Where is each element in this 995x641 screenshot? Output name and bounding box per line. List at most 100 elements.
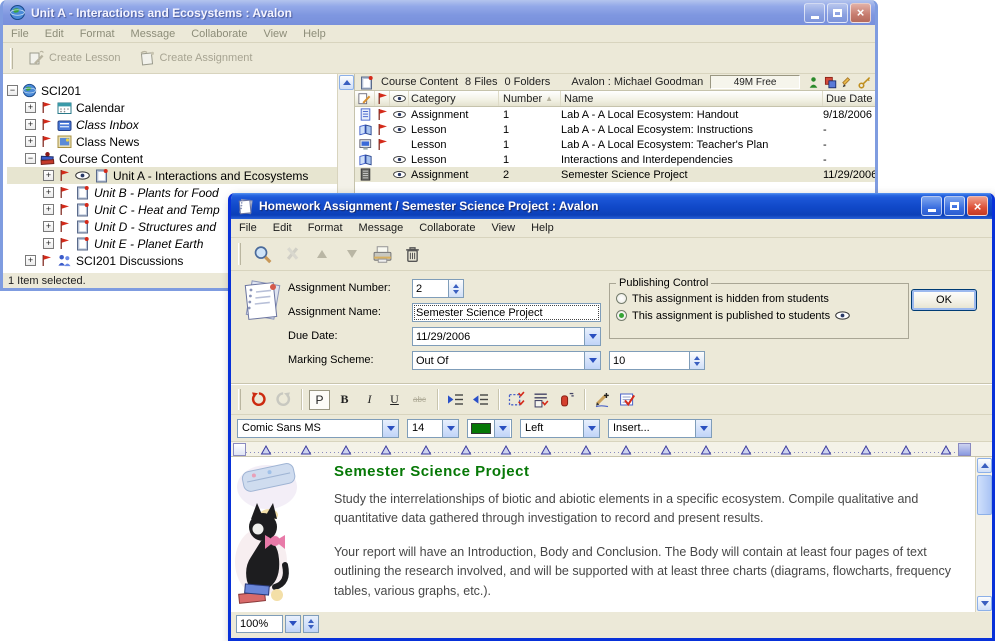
- scroll-down-icon[interactable]: [977, 596, 992, 611]
- chevron-down-icon[interactable]: [494, 420, 510, 437]
- doc-edit-icon[interactable]: [358, 92, 371, 105]
- column-due-date[interactable]: Due Date: [823, 91, 875, 106]
- expand-icon[interactable]: +: [25, 136, 36, 147]
- previous-button[interactable]: [310, 242, 334, 266]
- next-button[interactable]: [340, 242, 364, 266]
- maximize-button[interactable]: [827, 3, 848, 23]
- expand-icon[interactable]: +: [43, 238, 54, 249]
- assignment-name-field[interactable]: [413, 304, 600, 321]
- pencil-icon[interactable]: [841, 76, 854, 89]
- stepper-buttons[interactable]: [689, 352, 704, 369]
- background-window-titlebar[interactable]: Unit A - Interactions and Ecosystems : A…: [3, 0, 875, 25]
- tab-end-icon[interactable]: [958, 443, 971, 456]
- menu-format[interactable]: Format: [308, 222, 343, 234]
- column-number[interactable]: Number▲: [499, 91, 561, 106]
- marking-scheme-dropdown[interactable]: Out Of: [412, 351, 601, 370]
- expand-icon[interactable]: +: [25, 255, 36, 266]
- tools-button[interactable]: [280, 242, 304, 266]
- table-row[interactable]: Lesson 1 Lab A - A Local Ecosystem: Inst…: [355, 122, 875, 137]
- spellcheck-button[interactable]: [617, 390, 638, 410]
- create-lesson-button[interactable]: Create Lesson: [22, 48, 127, 69]
- expand-icon[interactable]: +: [43, 187, 54, 198]
- tree-item-calendar[interactable]: + Calendar: [7, 99, 354, 116]
- ok-button[interactable]: OK: [911, 289, 977, 311]
- tree-item-class-inbox[interactable]: + Class Inbox: [7, 116, 354, 133]
- close-button[interactable]: ×: [967, 196, 988, 216]
- marking-amount-stepper[interactable]: 10: [609, 351, 705, 370]
- search-button[interactable]: [250, 242, 274, 266]
- tree-item-class-news[interactable]: + Class News: [7, 133, 354, 150]
- menu-edit[interactable]: Edit: [273, 222, 292, 234]
- layers-icon[interactable]: [824, 76, 837, 89]
- table-row[interactable]: Lesson 1 Lab A - A Local Ecosystem: Teac…: [355, 137, 875, 152]
- minimize-button[interactable]: [804, 3, 825, 23]
- menu-help[interactable]: Help: [303, 28, 326, 40]
- alignment-dropdown[interactable]: Left: [520, 419, 600, 438]
- checklist-button[interactable]: [531, 390, 552, 410]
- zoom-stepper[interactable]: [303, 615, 319, 633]
- column-name[interactable]: Name: [561, 91, 823, 106]
- ruler[interactable]: [231, 442, 992, 457]
- chevron-down-icon[interactable]: [442, 420, 458, 437]
- flag-icon[interactable]: [376, 92, 389, 105]
- stepper-buttons[interactable]: [448, 280, 463, 297]
- maximize-button[interactable]: [944, 196, 965, 216]
- delete-button[interactable]: [400, 242, 424, 266]
- person-icon[interactable]: [807, 76, 820, 89]
- menu-edit[interactable]: Edit: [45, 28, 64, 40]
- hidden-option[interactable]: This assignment is hidden from students: [616, 290, 902, 307]
- minimize-button[interactable]: [921, 196, 942, 216]
- menu-message[interactable]: Message: [131, 28, 176, 40]
- key-pencil-icon[interactable]: [858, 76, 871, 89]
- radio-selected-icon[interactable]: [616, 310, 627, 321]
- create-assignment-button[interactable]: Create Assignment: [133, 48, 259, 69]
- tree-item-course-content[interactable]: − Course Content: [7, 150, 354, 167]
- expand-icon[interactable]: +: [43, 221, 54, 232]
- toolbar-grip[interactable]: [238, 389, 241, 409]
- menu-collaborate[interactable]: Collaborate: [419, 222, 475, 234]
- assignment-window-titlebar[interactable]: Homework Assignment / Semester Science P…: [231, 193, 992, 219]
- insert-dropdown[interactable]: Insert...: [608, 419, 712, 438]
- strikethrough-button[interactable]: abc: [409, 390, 430, 410]
- chevron-down-icon[interactable]: [695, 420, 711, 437]
- editor-scrollbar[interactable]: [975, 457, 992, 612]
- menu-file[interactable]: File: [239, 222, 257, 234]
- outdent-button[interactable]: [470, 390, 491, 410]
- table-row[interactable]: Assignment 1 Lab A - A Local Ecosystem: …: [355, 107, 875, 122]
- insert-checkbox-button[interactable]: [506, 390, 527, 410]
- menu-file[interactable]: File: [11, 28, 29, 40]
- zoom-dropdown-button[interactable]: [285, 615, 301, 633]
- redo-button[interactable]: [273, 390, 294, 410]
- published-option[interactable]: This assignment is published to students: [616, 307, 902, 324]
- font-color-dropdown[interactable]: [467, 419, 512, 438]
- eye-icon[interactable]: [393, 92, 406, 105]
- menu-format[interactable]: Format: [80, 28, 115, 40]
- undo-button[interactable]: [248, 390, 269, 410]
- italic-button[interactable]: I: [359, 390, 380, 410]
- underline-button[interactable]: U: [384, 390, 405, 410]
- scroll-up-icon[interactable]: [339, 75, 354, 90]
- menu-collaborate[interactable]: Collaborate: [191, 28, 247, 40]
- expand-icon[interactable]: +: [43, 204, 54, 215]
- rich-text-editor[interactable]: Semester Science Project Study the inter…: [231, 457, 992, 612]
- chevron-down-icon[interactable]: [584, 328, 600, 345]
- font-size-dropdown[interactable]: 14: [407, 419, 459, 438]
- collapse-icon[interactable]: −: [25, 153, 36, 164]
- toolbar-grip[interactable]: [10, 48, 13, 69]
- insert-field-button[interactable]: [556, 390, 577, 410]
- signature-button[interactable]: [592, 390, 613, 410]
- collapse-icon[interactable]: −: [7, 85, 18, 96]
- print-button[interactable]: [370, 242, 394, 266]
- chevron-down-icon[interactable]: [584, 352, 600, 369]
- toolbar-grip[interactable]: [238, 243, 241, 265]
- editor-content[interactable]: Semester Science Project Study the inter…: [326, 457, 992, 612]
- scroll-up-icon[interactable]: [977, 458, 992, 473]
- zoom-level[interactable]: 100%: [236, 615, 283, 633]
- menu-message[interactable]: Message: [359, 222, 404, 234]
- indent-button[interactable]: [445, 390, 466, 410]
- scroll-thumb[interactable]: [977, 475, 992, 515]
- menu-view[interactable]: View: [491, 222, 515, 234]
- menu-help[interactable]: Help: [531, 222, 554, 234]
- expand-icon[interactable]: +: [25, 119, 36, 130]
- menu-view[interactable]: View: [263, 28, 287, 40]
